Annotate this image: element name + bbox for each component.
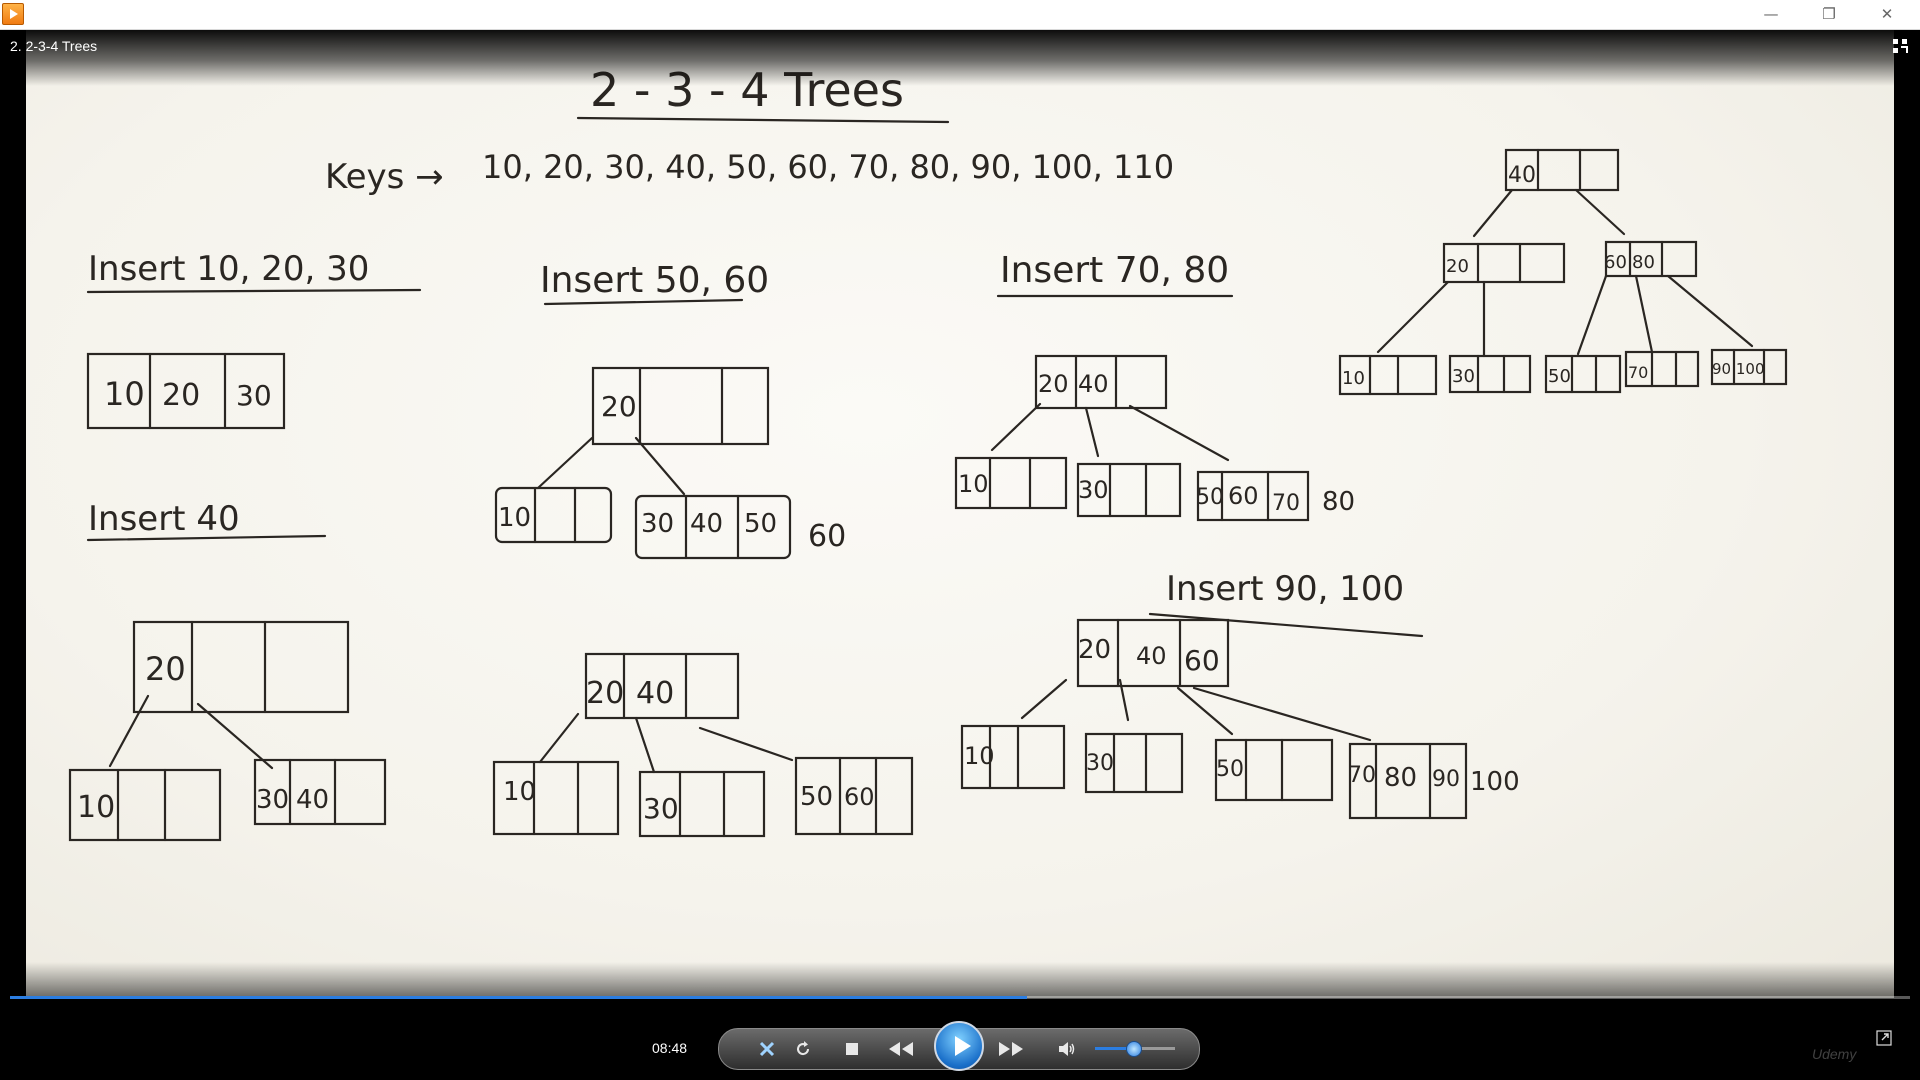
step6-leaf-5-key: 90 100	[1712, 360, 1765, 378]
video-title: 2. 2-3-4 Trees	[10, 38, 98, 54]
step5-child-4-key-1: 70	[1348, 763, 1376, 788]
seek-bar[interactable]	[10, 996, 1910, 999]
step3-right-key-2: 40	[690, 509, 723, 539]
step6-edge-right	[1574, 188, 1626, 236]
step3-title: Insert 50, 60	[540, 260, 769, 301]
whiteboard-drawing: 2 - 3 - 4 Trees Keys → 10, 20, 30, 40, 5…	[68, 63, 1788, 842]
step5-pending: 100	[1470, 767, 1520, 797]
step4-child-3-key-1: 50	[1196, 485, 1224, 510]
step3-left-key: 10	[498, 503, 531, 533]
step2-edge-left	[108, 694, 150, 768]
step4-pending: 80	[1322, 487, 1355, 517]
step2-left-key: 10	[77, 790, 115, 825]
step4-child-1-key: 10	[958, 470, 989, 498]
step2-title: Insert 40	[88, 499, 240, 539]
step6-mid-right-key-1: 60	[1604, 252, 1627, 273]
play-button[interactable]	[934, 1021, 984, 1071]
step3-right-key-1: 30	[641, 509, 674, 539]
step6-edge-left	[1472, 188, 1514, 238]
stop-icon	[846, 1043, 858, 1055]
step3-edge-right	[634, 436, 686, 496]
step6-edge-3	[1576, 274, 1608, 356]
mute-button[interactable]	[1053, 1029, 1081, 1069]
fast-forward-button[interactable]	[991, 1029, 1031, 1069]
step3b-child-3-key-1: 50	[800, 782, 833, 812]
step3b-child-2-key: 30	[643, 792, 679, 825]
step3b-edge-2	[634, 716, 656, 774]
step3-right-key-3: 50	[744, 509, 777, 539]
step4-edge-1	[990, 402, 1042, 452]
top-overlay	[0, 30, 1920, 86]
step2-root-key: 20	[145, 650, 186, 688]
step6-leaf-4-key: 70	[1628, 363, 1648, 382]
step6-leaf-2-key: 30	[1452, 366, 1475, 387]
step5-child-2-key: 30	[1086, 751, 1114, 776]
keys-label: Keys →	[325, 157, 444, 197]
step2-right-key-2: 40	[296, 785, 329, 815]
step3-edge-left	[536, 436, 594, 490]
step4-edge-2	[1084, 406, 1100, 458]
step2-edge-right	[196, 702, 274, 770]
udemy-watermark: Udemy	[1812, 1046, 1857, 1062]
step4-root-key-2: 40	[1078, 370, 1109, 398]
step4-root-key-1: 20	[1038, 370, 1069, 398]
step5-edge-3	[1176, 686, 1234, 736]
step5-root-key-2: 40	[1136, 642, 1167, 670]
step5-child-1-key: 10	[964, 742, 995, 770]
volume-icon	[1059, 1042, 1075, 1056]
step6-leaf-3-key: 50	[1548, 366, 1571, 387]
step4-child-3-key-3: 70	[1272, 491, 1300, 516]
step1-key-1: 10	[104, 375, 145, 413]
rewind-icon	[889, 1042, 913, 1056]
step5-edge-1	[1020, 678, 1068, 720]
step4-child-3-key-2: 60	[1228, 482, 1259, 510]
fullscreen-icon[interactable]	[1876, 1030, 1892, 1046]
rewind-button[interactable]	[881, 1029, 921, 1069]
step3b-child-1-key: 10	[503, 777, 536, 807]
step3-pending: 60	[808, 519, 846, 554]
step5-child-4-key-3: 90	[1432, 767, 1460, 792]
step6-edge-5	[1666, 274, 1754, 348]
step6-mid-left-key: 20	[1446, 256, 1469, 277]
step3b-root-key-1: 20	[586, 676, 624, 711]
heading-underline	[576, 116, 950, 124]
step4-child-2-key: 30	[1078, 476, 1109, 504]
repeat-icon	[797, 1041, 810, 1056]
elapsed-time: 08:48	[652, 1040, 688, 1056]
step4-title: Insert 70, 80	[1000, 250, 1229, 291]
step3-root-key: 20	[601, 390, 637, 423]
step1-key-2: 20	[162, 378, 200, 413]
switch-to-library-button[interactable]	[753, 1029, 781, 1069]
step5-child-4-key-2: 80	[1384, 763, 1417, 793]
step1-underline	[86, 288, 422, 294]
seek-progress	[10, 996, 1027, 999]
step6-edge-4	[1634, 274, 1654, 354]
step6-mid-right-key-2: 80	[1632, 252, 1655, 273]
step4-edge-3	[1128, 404, 1230, 462]
fast-forward-icon	[999, 1042, 1023, 1056]
step5-child-3-key: 50	[1216, 757, 1244, 782]
step3b-root-key-2: 40	[636, 676, 674, 711]
step3b-edge-1	[538, 712, 580, 764]
switch-to-library-icon	[759, 1041, 775, 1057]
keys-list: 10, 20, 30, 40, 50, 60, 70, 80, 90, 100,…	[482, 148, 1174, 186]
step2-right-key-1: 30	[256, 785, 289, 815]
compact-mode-icon[interactable]	[1892, 38, 1908, 54]
stop-button[interactable]	[837, 1029, 867, 1069]
step1-key-3: 30	[236, 379, 272, 412]
step5-title: Insert 90, 100	[1166, 569, 1404, 609]
step6-root-key: 40	[1508, 163, 1536, 188]
step5-root-key-3: 60	[1184, 644, 1220, 677]
step5-root-key-1: 20	[1078, 635, 1111, 665]
step5-underline	[1148, 612, 1424, 638]
step1-title: Insert 10, 20, 30	[88, 249, 369, 289]
volume-knob[interactable]	[1126, 1041, 1142, 1057]
step6-edge-1	[1376, 280, 1450, 354]
step6-leaf-1-key: 10	[1342, 368, 1365, 389]
step3b-child-3-key-2: 60	[844, 783, 875, 811]
step5-edge-4	[1192, 686, 1372, 742]
repeat-button[interactable]	[789, 1029, 817, 1069]
step3b-edge-3	[698, 726, 794, 762]
